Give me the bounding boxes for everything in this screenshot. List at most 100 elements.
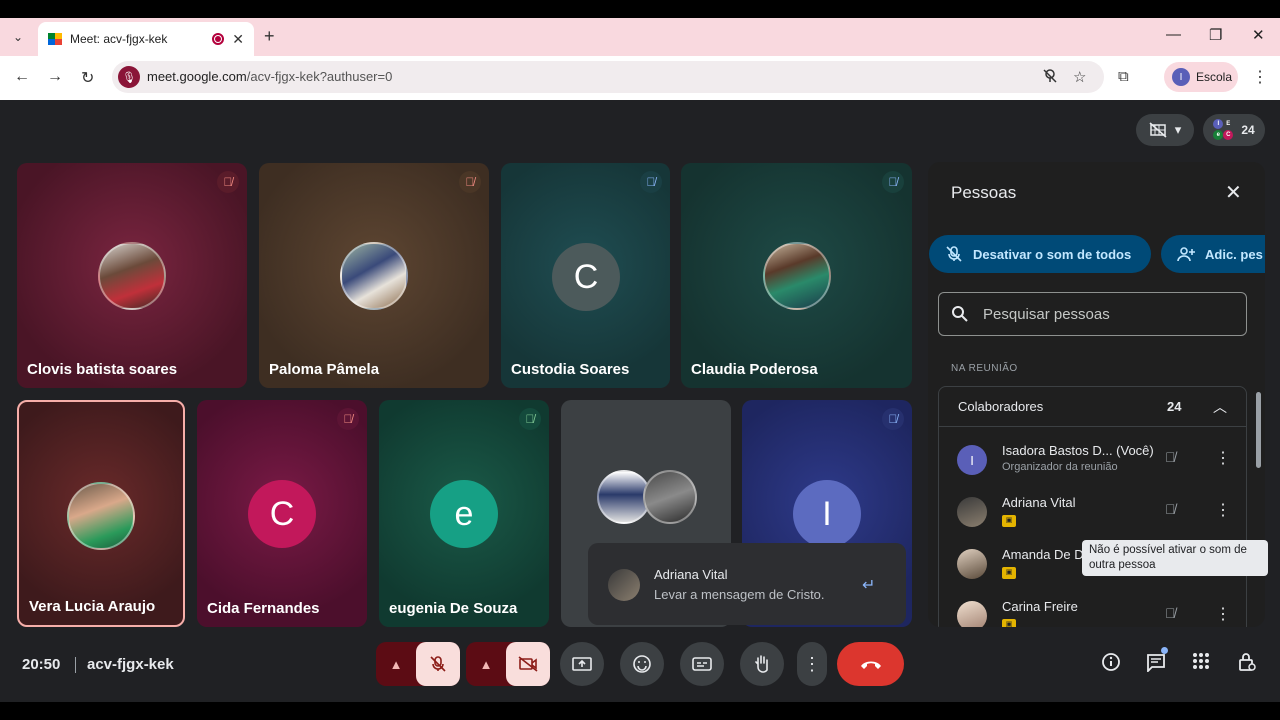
add-people-label: Adic. pes	[1205, 246, 1263, 262]
captions-button[interactable]	[680, 642, 724, 686]
mute-all-button[interactable]: Desativar o som de todos	[929, 235, 1151, 273]
leave-call-button[interactable]	[837, 642, 904, 686]
address-bar-row: ← → ↻ 🎙 meet.google.com/acv-fjgx-kek?aut…	[0, 56, 1280, 100]
mic-off-icon[interactable]: 🎙̸	[1165, 605, 1176, 621]
extensions-icon[interactable]: ⧉	[1118, 68, 1129, 85]
mic-off-icon[interactable]: 🎙̸	[1165, 501, 1176, 517]
participant-avatar	[763, 242, 831, 310]
profile-avatar: I	[1172, 68, 1190, 86]
participant-avatar	[67, 482, 135, 550]
person-name: Amanda De D	[1002, 547, 1084, 562]
more-options-icon[interactable]: ⋮	[1215, 500, 1231, 520]
audio-settings-chevron-icon[interactable]: ▲	[376, 657, 416, 672]
no-video-grid-icon	[1149, 122, 1167, 138]
bookmark-star-icon[interactable]: ☆	[1073, 68, 1086, 86]
participant-avatar	[340, 242, 408, 310]
person-row[interactable]: I Isadora Bastos D... (Você) Organizador…	[939, 435, 1246, 487]
browser-chrome: ⌄ Meet: acv-fjgx-kek ✕ + — ❐ ✕ ← → ↻ 🎙 m…	[0, 18, 1280, 100]
divider	[75, 657, 76, 673]
group-name: Colaboradores	[958, 399, 1044, 414]
restore-button[interactable]: ❐	[1209, 26, 1222, 44]
microphone-in-use-icon[interactable]: 🎙	[118, 66, 140, 88]
video-tile[interactable]: 🎙̸ Clovis batista soares	[17, 163, 247, 388]
back-button[interactable]: ←	[14, 68, 30, 86]
person-avatar	[957, 497, 987, 527]
video-settings-chevron-icon[interactable]: ▲	[466, 657, 506, 672]
mic-off-icon[interactable]: 🎙̸	[1165, 449, 1176, 465]
profile-button[interactable]: I Escola	[1164, 62, 1238, 92]
tooltip: Não é possível ativar o som de outra pes…	[1082, 540, 1268, 576]
close-window-button[interactable]: ✕	[1252, 26, 1265, 44]
chrome-menu-icon[interactable]: ⋮	[1252, 67, 1268, 87]
muted-mic-icon: 🎙̸	[882, 171, 904, 193]
meet-stage: ▾ IE eC 24 🎙̸ Clovis batista soares 🎙̸ P…	[0, 100, 1280, 702]
url-host: meet.google.com	[147, 69, 247, 84]
reload-button[interactable]: ↻	[81, 68, 94, 88]
activities-icon[interactable]	[1192, 652, 1210, 670]
camera-blocked-icon[interactable]	[1042, 68, 1058, 84]
participant-count: 24	[1241, 123, 1255, 137]
tab-close-icon[interactable]: ✕	[232, 31, 244, 48]
screen: ⌄ Meet: acv-fjgx-kek ✕ + — ❐ ✕ ← → ↻ 🎙 m…	[0, 0, 1280, 720]
omnibox[interactable]: 🎙 meet.google.com/acv-fjgx-kek?authuser=…	[112, 61, 1104, 93]
mic-control: ▲	[376, 642, 460, 686]
chevron-up-icon[interactable]: ︿	[1213, 397, 1227, 417]
person-avatar: I	[957, 445, 987, 475]
muted-mic-icon: 🎙̸	[337, 408, 359, 430]
participants-group: Colaboradores 24 ︿ I Isadora Bastos D...…	[938, 386, 1247, 627]
meet-favicon-icon	[48, 33, 62, 45]
video-tile[interactable]: 🎙̸ e eugenia De Souza	[379, 400, 549, 627]
present-screen-button[interactable]	[560, 642, 604, 686]
video-tile[interactable]: 🎙̸ C Custodia Soares	[501, 163, 670, 388]
close-panel-icon[interactable]: ✕	[1225, 180, 1242, 205]
more-options-button[interactable]: ⋮	[797, 642, 827, 686]
url-path: /acv-fjgx-kek?authuser=0	[246, 69, 393, 84]
raise-hand-button[interactable]	[740, 642, 784, 686]
muted-mic-icon: 🎙̸	[217, 171, 239, 193]
reply-icon[interactable]: ↵	[862, 575, 875, 595]
muted-mic-icon: 🎙̸	[459, 171, 481, 193]
more-options-icon[interactable]: ⋮	[1215, 448, 1231, 468]
camera-control: ▲	[466, 642, 550, 686]
participant-name: Custodia Soares	[511, 361, 630, 378]
participant-avatar	[98, 242, 166, 310]
video-tile-speaking[interactable]: Vera Lucia Araujo	[17, 400, 185, 627]
presenter-badge-icon: ▣	[1002, 567, 1016, 579]
letterbox-top	[0, 0, 1280, 18]
participant-name: Paloma Pâmela	[269, 361, 380, 378]
video-tile[interactable]: 🎙̸ Paloma Pâmela	[259, 163, 489, 388]
forward-button[interactable]: →	[47, 68, 63, 86]
participant-initial: C	[552, 243, 620, 311]
layout-menu-button[interactable]: ▾	[1136, 114, 1194, 146]
participants-button[interactable]: IE eC 24	[1203, 114, 1265, 146]
url-text: meet.google.com/acv-fjgx-kek?authuser=0	[147, 69, 392, 84]
tab-search-dropdown-icon[interactable]: ⌄	[8, 30, 28, 50]
meeting-details-icon[interactable]	[1101, 652, 1121, 672]
panel-scrollbar[interactable]	[1256, 392, 1261, 468]
panel-title: Pessoas	[951, 183, 1017, 202]
participant-name: Clovis batista soares	[27, 361, 178, 378]
host-controls-icon[interactable]	[1237, 652, 1257, 672]
add-people-button[interactable]: Adic. pes	[1161, 235, 1265, 273]
person-avatar	[957, 549, 987, 579]
group-header[interactable]: Colaboradores 24 ︿	[939, 387, 1246, 427]
meeting-code: acv-fjgx-kek	[87, 656, 174, 673]
browser-tab[interactable]: Meet: acv-fjgx-kek ✕	[38, 22, 254, 56]
person-row[interactable]: Carina Freire ▣ 🎙̸ ⋮	[939, 591, 1246, 627]
muted-mic-icon: 🎙̸	[640, 171, 662, 193]
letterbox-bottom	[0, 702, 1280, 720]
minimize-button[interactable]: —	[1166, 26, 1181, 43]
camera-off-button[interactable]	[506, 642, 550, 686]
emoji-reaction-button[interactable]	[620, 642, 664, 686]
person-row[interactable]: Adriana Vital ▣ 🎙̸ ⋮	[939, 487, 1246, 539]
more-options-icon[interactable]: ⋮	[1215, 604, 1231, 624]
mute-all-label: Desativar o som de todos	[973, 246, 1132, 262]
video-tile[interactable]: 🎙̸ Claudia Poderosa	[681, 163, 912, 388]
search-placeholder: Pesquisar pessoas	[983, 305, 1110, 323]
new-tab-button[interactable]: +	[264, 26, 275, 47]
video-tile[interactable]: 🎙̸ C Cida Fernandes	[197, 400, 367, 627]
mic-off-button[interactable]	[416, 642, 460, 686]
chat-icon[interactable]	[1146, 652, 1166, 672]
chat-notification[interactable]: Adriana Vital Levar a mensagem de Cristo…	[588, 543, 906, 625]
search-people-input[interactable]: Pesquisar pessoas	[938, 292, 1247, 336]
